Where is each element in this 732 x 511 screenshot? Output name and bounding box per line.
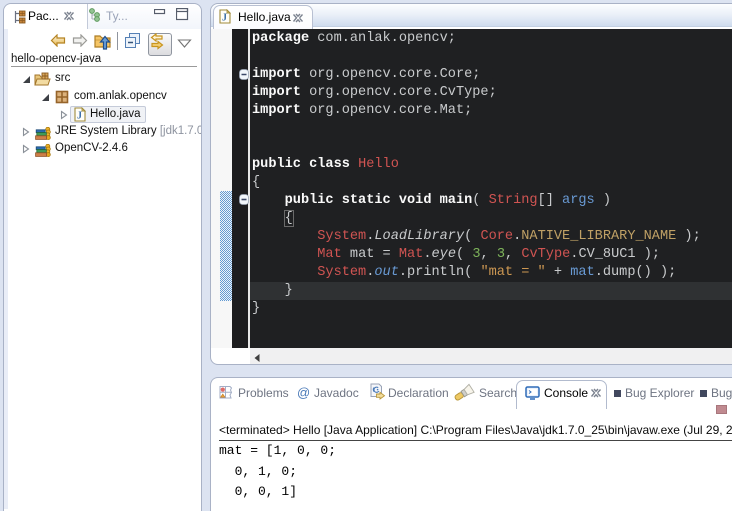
svg-text:J: J — [222, 13, 227, 24]
svg-text:J: J — [77, 111, 82, 122]
